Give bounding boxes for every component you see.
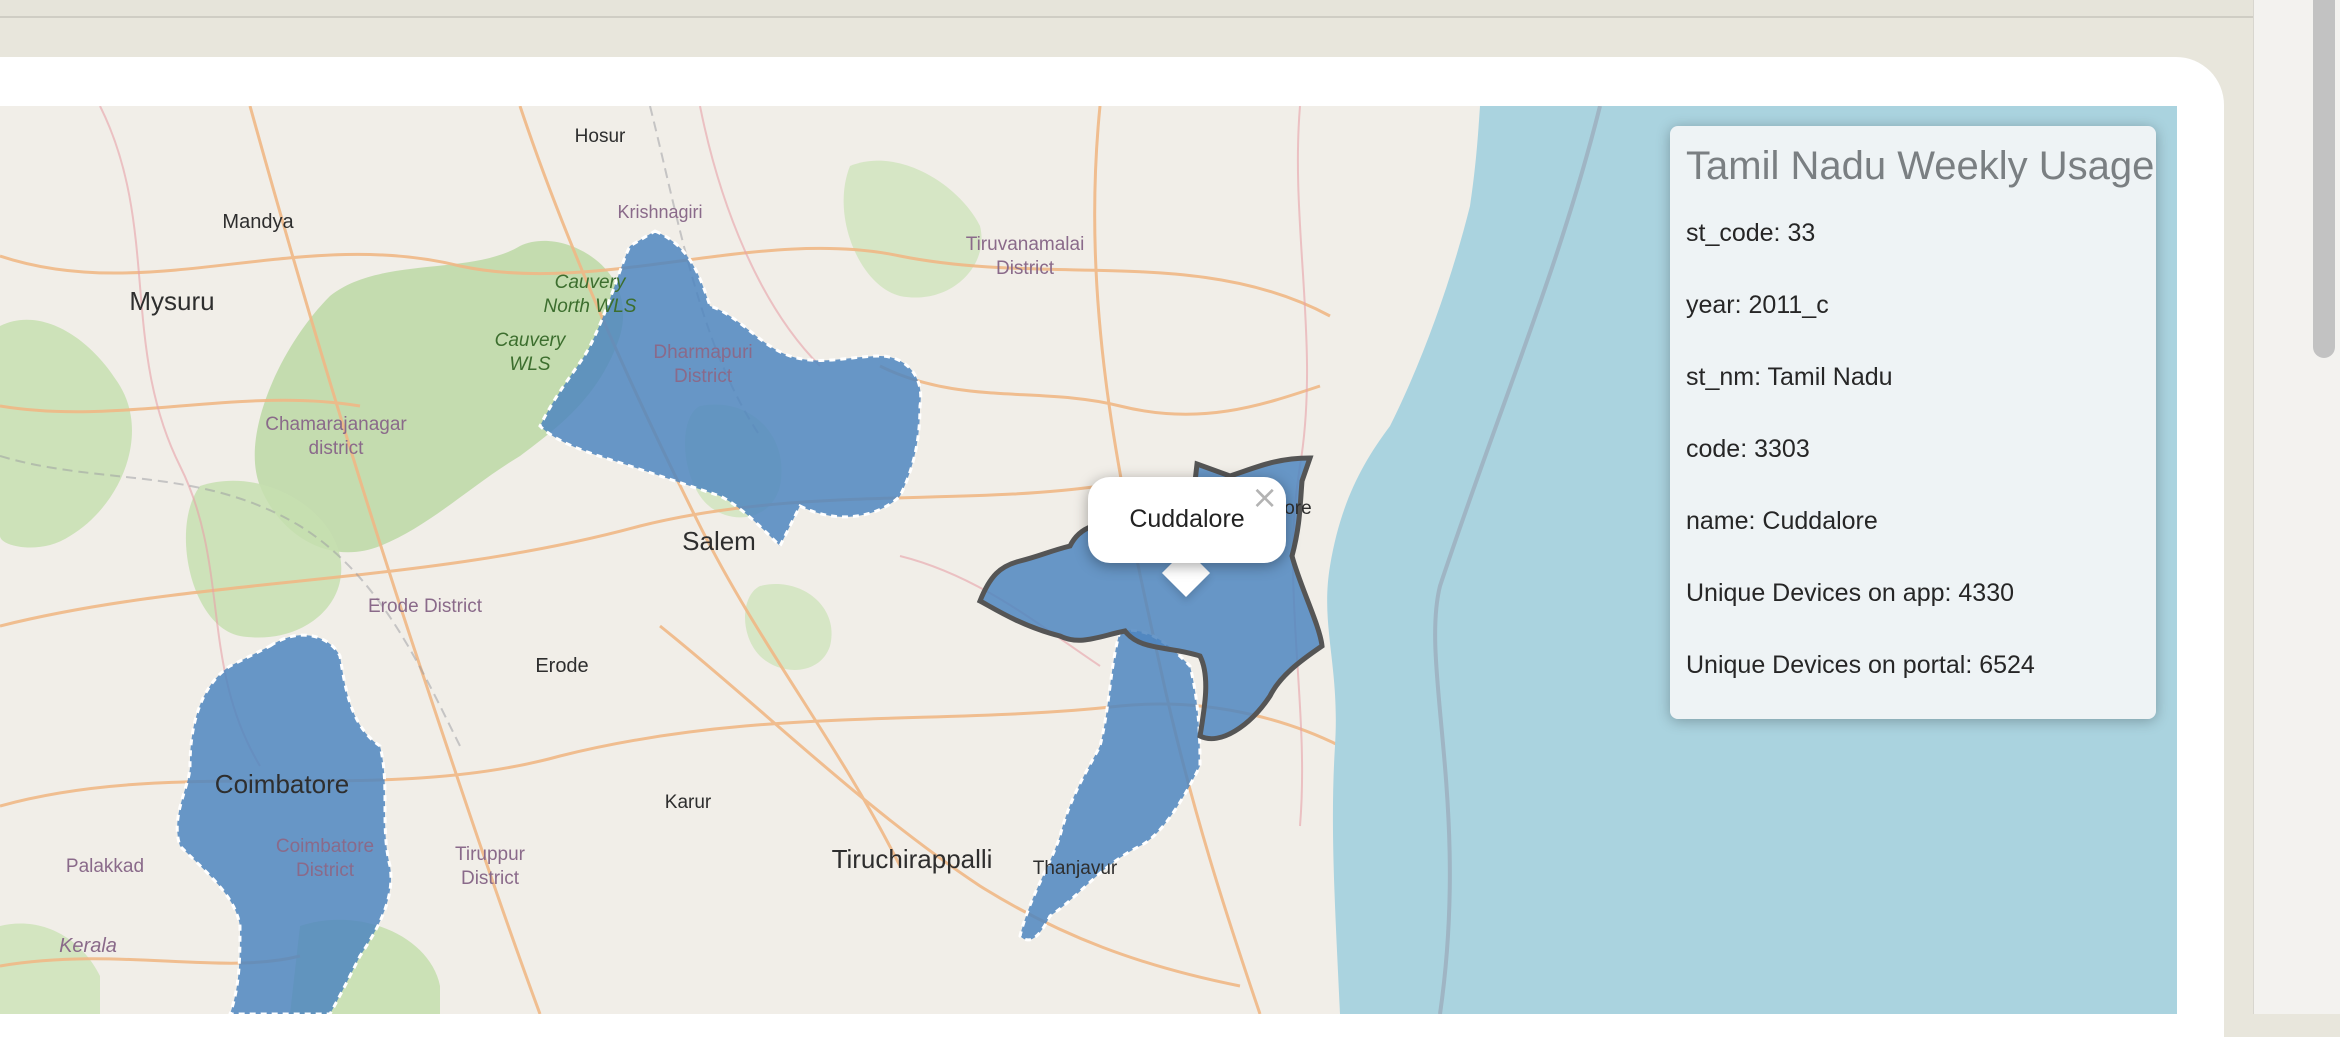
label-salem: Salem xyxy=(682,526,756,556)
label-tiruvanamalai-district: District xyxy=(996,258,1055,279)
label-tiruppur-district: District xyxy=(461,868,520,889)
info-panel-title: Tamil Nadu Weekly Usage xyxy=(1686,144,2155,188)
label-erode: Erode xyxy=(535,655,588,677)
info-row-year: year: 2011_c xyxy=(1686,291,1829,319)
info-row-devices-portal: Unique Devices on portal: 6524 xyxy=(1686,651,2035,679)
info-row-code: code: 3303 xyxy=(1686,435,1810,463)
label-cauvery-wls-2: WLS xyxy=(509,354,551,375)
label-cauvery-wls: Cauvery xyxy=(495,330,567,351)
info-row-devices-app: Unique Devices on app: 4330 xyxy=(1686,579,2015,607)
map-popup: × Cuddalore xyxy=(1088,477,1286,563)
label-dharmapuri-district: District xyxy=(674,366,733,387)
label-cauvery-north-wls: North WLS xyxy=(544,296,637,317)
scrollbar-thumb[interactable] xyxy=(2313,0,2335,358)
popup-content: Cuddalore xyxy=(1129,505,1245,533)
label-thanjavur: Thanjavur xyxy=(1033,858,1118,879)
label-tiruchirappalli: Tiruchirappalli xyxy=(832,844,993,874)
label-tiruvanamalai: Tiruvanamalai xyxy=(966,234,1085,255)
info-row-name: name: Cuddalore xyxy=(1686,507,1878,535)
label-coimbatore-district: Coimbatore xyxy=(276,836,374,857)
label-hosur: Hosur xyxy=(575,126,626,147)
label-mandya: Mandya xyxy=(222,211,294,233)
info-row-st-nm: st_nm: Tamil Nadu xyxy=(1686,363,1893,391)
label-chamarajanagar-district: district xyxy=(309,438,365,459)
label-mysuru: Mysuru xyxy=(129,286,214,316)
label-krishnagiri: Krishnagiri xyxy=(617,202,702,222)
label-kerala: Kerala xyxy=(59,935,117,957)
label-cauvery-north: Cauvery xyxy=(555,272,627,293)
browser-top-bar xyxy=(0,0,2253,18)
label-tiruppur: Tiruppur xyxy=(455,844,526,865)
info-row-st-code: st_code: 33 xyxy=(1686,219,1816,247)
label-coimbatore: Coimbatore xyxy=(215,769,349,799)
label-dharmapuri: Dharmapuri xyxy=(653,342,752,363)
label-coimbatore-district-2: District xyxy=(296,860,355,881)
label-palakkad: Palakkad xyxy=(66,856,144,877)
info-panel: Tamil Nadu Weekly Usage st_code: 33 year… xyxy=(1670,126,2156,719)
label-erode-district: Erode District xyxy=(368,596,483,617)
label-chamarajanagar: Chamarajanagar xyxy=(265,414,407,435)
label-karur: Karur xyxy=(665,792,712,813)
